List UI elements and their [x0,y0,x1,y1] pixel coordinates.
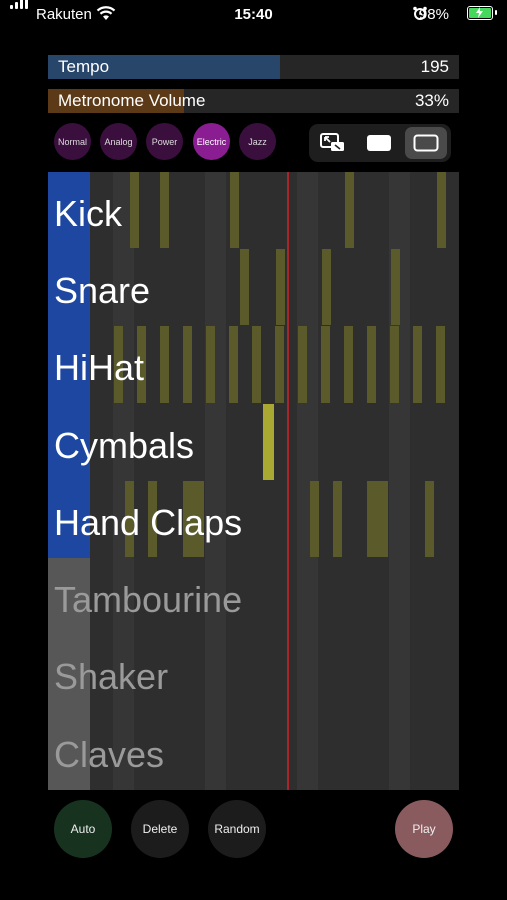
note-cell[interactable] [425,481,434,557]
kit-analog-button[interactable]: Analog [100,123,137,160]
filled-rect-icon [367,135,391,151]
track-label-tambourine[interactable]: Tambourine [54,579,242,621]
note-cell[interactable] [436,326,445,403]
track-label-snare[interactable]: Snare [54,270,150,312]
delete-button[interactable]: Delete [131,800,189,858]
metronome-volume-slider[interactable]: Metronome Volume 33% [48,89,459,113]
track-label-shaker[interactable]: Shaker [54,656,168,698]
beat-column [205,172,226,790]
kit-normal-button[interactable]: Normal [54,123,91,160]
note-cell[interactable] [344,326,353,403]
random-button[interactable]: Random [208,800,266,858]
note-cell[interactable] [252,326,261,403]
note-cell-current[interactable] [263,404,274,480]
metronome-volume-label: Metronome Volume [58,91,206,110]
note-cell[interactable] [183,326,192,403]
status-bar: Rakuten 15:40 98% [0,0,507,30]
note-cell[interactable] [130,172,139,248]
note-cell[interactable] [413,326,422,403]
sequencer-grid[interactable]: Kick Snare HiHat Cymbals Hand Claps Tamb… [48,172,459,790]
note-cell[interactable] [390,326,399,403]
view-outline-button[interactable] [405,127,447,159]
note-cell[interactable] [333,481,342,557]
kit-electric-button[interactable]: Electric [193,123,230,160]
kit-jazz-button[interactable]: Jazz [239,123,276,160]
note-cell[interactable] [230,172,239,248]
track-label-claves[interactable]: Claves [54,734,164,776]
note-cell[interactable] [160,326,169,403]
note-cell[interactable] [310,481,319,557]
outline-rect-icon [413,134,439,152]
note-cell[interactable] [321,326,330,403]
battery-percent: 98% [418,6,449,23]
tempo-label: Tempo [58,57,110,76]
tempo-value: 195 [420,57,449,76]
playhead [287,172,289,790]
pip-icon [320,133,344,151]
track-label-kick[interactable]: Kick [54,193,122,235]
view-filled-button[interactable] [358,127,400,159]
note-cell[interactable] [391,249,400,325]
note-cell[interactable] [322,249,331,325]
kit-power-button[interactable]: Power [146,123,183,160]
track-label-hihat[interactable]: HiHat [54,347,144,389]
note-cell[interactable] [345,172,354,248]
view-mode-control [309,124,451,162]
note-cell[interactable] [276,249,285,325]
auto-button[interactable]: Auto [54,800,112,858]
view-pip-button[interactable] [312,127,354,159]
note-cell[interactable] [437,172,446,248]
track-label-hand-claps[interactable]: Hand Claps [54,502,242,544]
note-cell[interactable] [298,326,307,403]
tempo-slider[interactable]: Tempo 195 [48,55,459,79]
note-cell[interactable] [367,481,388,557]
metronome-volume-value: 33% [414,91,449,110]
note-cell[interactable] [229,326,238,403]
track-label-cymbals[interactable]: Cymbals [54,425,194,467]
note-cell[interactable] [367,326,376,403]
play-button[interactable]: Play [395,800,453,858]
note-cell[interactable] [160,172,169,248]
note-cell[interactable] [206,326,215,403]
note-cell[interactable] [240,249,249,325]
note-cell[interactable] [275,326,284,403]
battery-icon [467,6,497,20]
